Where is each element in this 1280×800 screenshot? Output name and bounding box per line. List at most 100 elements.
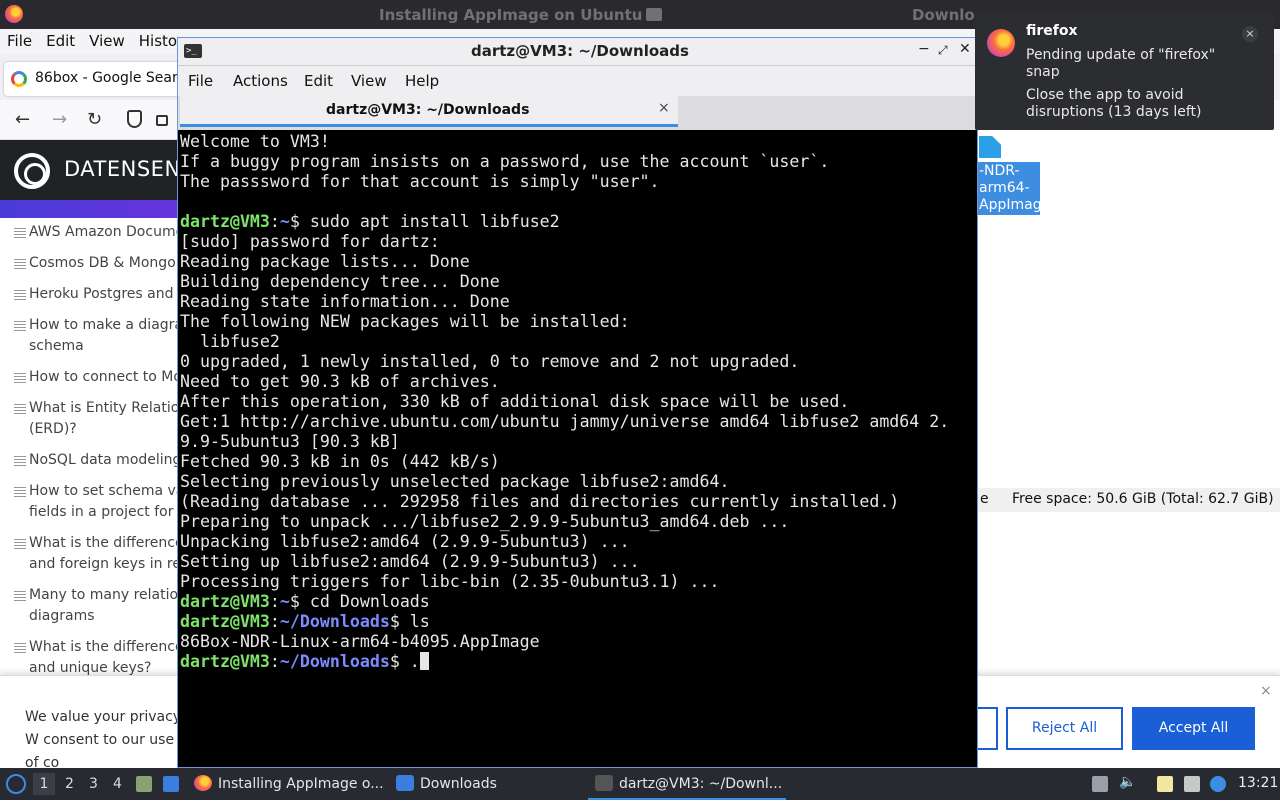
notification-title: firefox bbox=[1026, 23, 1078, 39]
workspace-2[interactable]: 2 bbox=[65, 776, 74, 792]
terminal-line: Fetched 90.3 kB in 0s (442 kB/s) bbox=[180, 452, 500, 471]
accept-all-button[interactable]: Accept All bbox=[1132, 707, 1255, 750]
browser-tab-title: 86box - Google Search bbox=[35, 70, 194, 86]
terminal-line: (Reading database ... 292958 files and d… bbox=[180, 492, 900, 511]
list-lines-icon bbox=[14, 290, 26, 300]
folder-icon bbox=[396, 775, 414, 791]
volume-icon[interactable]: 🔈 bbox=[1119, 774, 1136, 790]
terminal-titlebar[interactable]: >_ dartz@VM3: ~/Downloads − ⤢ ✕ bbox=[178, 38, 977, 66]
terminal-line: After this operation, 330 kB of addition… bbox=[180, 392, 850, 411]
terminal-output[interactable]: Welcome to VM3! If a buggy program insist… bbox=[180, 130, 977, 767]
terminal-line: Setting up libfuse2:amd64 (2.9.9-5ubuntu… bbox=[180, 552, 640, 571]
terminal-line: Processing triggers for libc-bin (2.35-0… bbox=[180, 572, 720, 591]
browser-menu-view[interactable]: View bbox=[89, 29, 125, 54]
terminal-window: >_ dartz@VM3: ~/Downloads − ⤢ ✕ File Act… bbox=[177, 37, 978, 768]
site-logo-icon[interactable] bbox=[14, 153, 50, 189]
tray-arrow-icon[interactable] bbox=[1092, 776, 1108, 792]
update-icon[interactable] bbox=[1210, 776, 1226, 792]
appimage-file-icon[interactable] bbox=[979, 136, 1001, 158]
terminal-menu-edit[interactable]: Edit bbox=[304, 72, 333, 90]
terminal-line: Unpacking libfuse2:amd64 (2.9.9-5ubuntu3… bbox=[180, 532, 630, 551]
list-lines-icon bbox=[14, 456, 26, 466]
workspace-4[interactable]: 4 bbox=[113, 776, 122, 792]
maximize-icon[interactable]: ⤢ bbox=[938, 43, 948, 58]
terminal-menu-file[interactable]: File bbox=[188, 72, 213, 90]
terminal-tab-title: dartz@VM3: ~/Downloads bbox=[326, 102, 530, 118]
terminal-menu-view[interactable]: View bbox=[351, 72, 387, 90]
forward-arrow-icon[interactable]: → bbox=[52, 109, 67, 130]
list-lines-icon bbox=[14, 487, 26, 497]
notification-close-icon[interactable]: × bbox=[1242, 26, 1258, 42]
start-menu-icon[interactable] bbox=[6, 774, 26, 794]
prompt-dir: ~/Downloads bbox=[279, 652, 390, 671]
terminal-menubar: File Actions Edit View Help bbox=[178, 66, 977, 96]
update-notification[interactable]: firefox Pending update of "firefox" snap… bbox=[975, 11, 1274, 130]
clock[interactable]: 13:21 bbox=[1238, 775, 1278, 791]
workspace-3[interactable]: 3 bbox=[89, 776, 98, 792]
prompt-user: dartz@VM3 bbox=[180, 612, 270, 631]
terminal-icon: >_ bbox=[184, 44, 202, 58]
list-lines-icon bbox=[14, 404, 26, 414]
list-lines-icon bbox=[14, 539, 26, 549]
terminal-line: dartz@VM3:~$ sudo apt install libfuse2 bbox=[180, 212, 560, 231]
docs-link[interactable]: How to make a diagran schema bbox=[14, 315, 194, 357]
shield-icon[interactable] bbox=[127, 110, 142, 128]
reload-icon[interactable]: ↻ bbox=[87, 109, 102, 130]
reject-all-button[interactable]: Reject All bbox=[1006, 707, 1123, 750]
back-arrow-icon[interactable]: ← bbox=[15, 109, 30, 130]
files-launcher-icon[interactable] bbox=[136, 776, 152, 792]
google-icon bbox=[11, 71, 27, 87]
file-name-label[interactable]: -NDR-arm64-AppImage bbox=[976, 162, 1050, 215]
terminal-line: Need to get 90.3 kB of archives. bbox=[180, 372, 500, 391]
file-manager-statusbar: e Free space: 50.6 GiB (Total: 62.7 GiB) bbox=[976, 488, 1280, 512]
window-launcher-icon[interactable] bbox=[163, 776, 179, 792]
lock-icon[interactable] bbox=[156, 115, 168, 126]
terminal-line: dartz@VM3:~$ cd Downloads bbox=[180, 592, 430, 611]
terminal-tab[interactable]: dartz@VM3: ~/Downloads × bbox=[180, 96, 678, 127]
prompt-user: dartz@VM3 bbox=[180, 592, 270, 611]
browser-menu-file[interactable]: File bbox=[7, 29, 32, 54]
file-manager-view: -NDR-arm64-AppImage bbox=[976, 130, 1280, 510]
terminal-line: 86Box-NDR-Linux-arm64-b4095.AppImage bbox=[180, 632, 540, 651]
task-downloads[interactable]: Downloads bbox=[396, 768, 506, 800]
workspace-1[interactable]: 1 bbox=[33, 773, 55, 795]
cookie-close-icon[interactable]: × bbox=[1260, 683, 1272, 699]
terminal-icon bbox=[595, 775, 613, 791]
prompt-dir: ~ bbox=[279, 592, 290, 611]
task-browser[interactable]: Installing AppImage o... bbox=[194, 768, 386, 800]
list-lines-icon bbox=[14, 259, 26, 269]
firefox-icon bbox=[194, 775, 212, 791]
docs-link[interactable]: What is the difference and foreign keys … bbox=[14, 533, 194, 575]
list-lines-icon bbox=[14, 373, 26, 383]
prompt-user: dartz@VM3 bbox=[180, 212, 270, 231]
site-name[interactable]: DATENSEN bbox=[64, 157, 181, 181]
terminal-menu-actions[interactable]: Actions bbox=[233, 72, 288, 90]
browser-window-title: Installing AppImage on Ubuntu bbox=[379, 6, 643, 24]
terminal-line: The passsword for that account is simply… bbox=[180, 172, 660, 191]
tab-close-icon[interactable]: × bbox=[658, 100, 670, 116]
text-cursor bbox=[419, 652, 429, 670]
terminal-window-title: dartz@VM3: ~/Downloads bbox=[471, 42, 689, 60]
cookie-consent-text: We value your privacy. W consent to our … bbox=[25, 709, 184, 771]
folder-icon bbox=[646, 8, 662, 21]
task-terminal[interactable]: dartz@VM3: ~/Downl... bbox=[588, 768, 786, 800]
network-icon[interactable] bbox=[1184, 776, 1200, 792]
terminal-line: Reading state information... Done bbox=[180, 292, 510, 311]
minimize-icon[interactable]: − bbox=[918, 41, 930, 57]
docs-link[interactable]: What is Entity Relation (ERD)? bbox=[14, 398, 194, 440]
terminal-tabbar: dartz@VM3: ~/Downloads × bbox=[178, 96, 977, 130]
prompt-dir: ~ bbox=[279, 212, 290, 231]
terminal-menu-help[interactable]: Help bbox=[405, 72, 439, 90]
docs-link[interactable]: What is the difference and unique keys? bbox=[14, 637, 194, 679]
terminal-line: The following NEW packages will be insta… bbox=[180, 312, 630, 331]
terminal-line: Building dependency tree... Done bbox=[180, 272, 500, 291]
terminal-line: If a buggy program insists on a password… bbox=[180, 152, 830, 171]
clipboard-icon[interactable] bbox=[1157, 776, 1173, 792]
docs-link[interactable]: How to set schema val fields in a projec… bbox=[14, 481, 194, 523]
docs-link[interactable]: Many to many relation diagrams bbox=[14, 585, 194, 627]
terminal-line: Get:1 http://archive.ubuntu.com/ubuntu j… bbox=[180, 412, 950, 431]
browser-menu-edit[interactable]: Edit bbox=[46, 29, 75, 54]
status-left: e bbox=[980, 491, 989, 507]
terminal-line: 0 upgraded, 1 newly installed, 0 to remo… bbox=[180, 352, 800, 371]
close-icon[interactable]: ✕ bbox=[959, 41, 971, 57]
